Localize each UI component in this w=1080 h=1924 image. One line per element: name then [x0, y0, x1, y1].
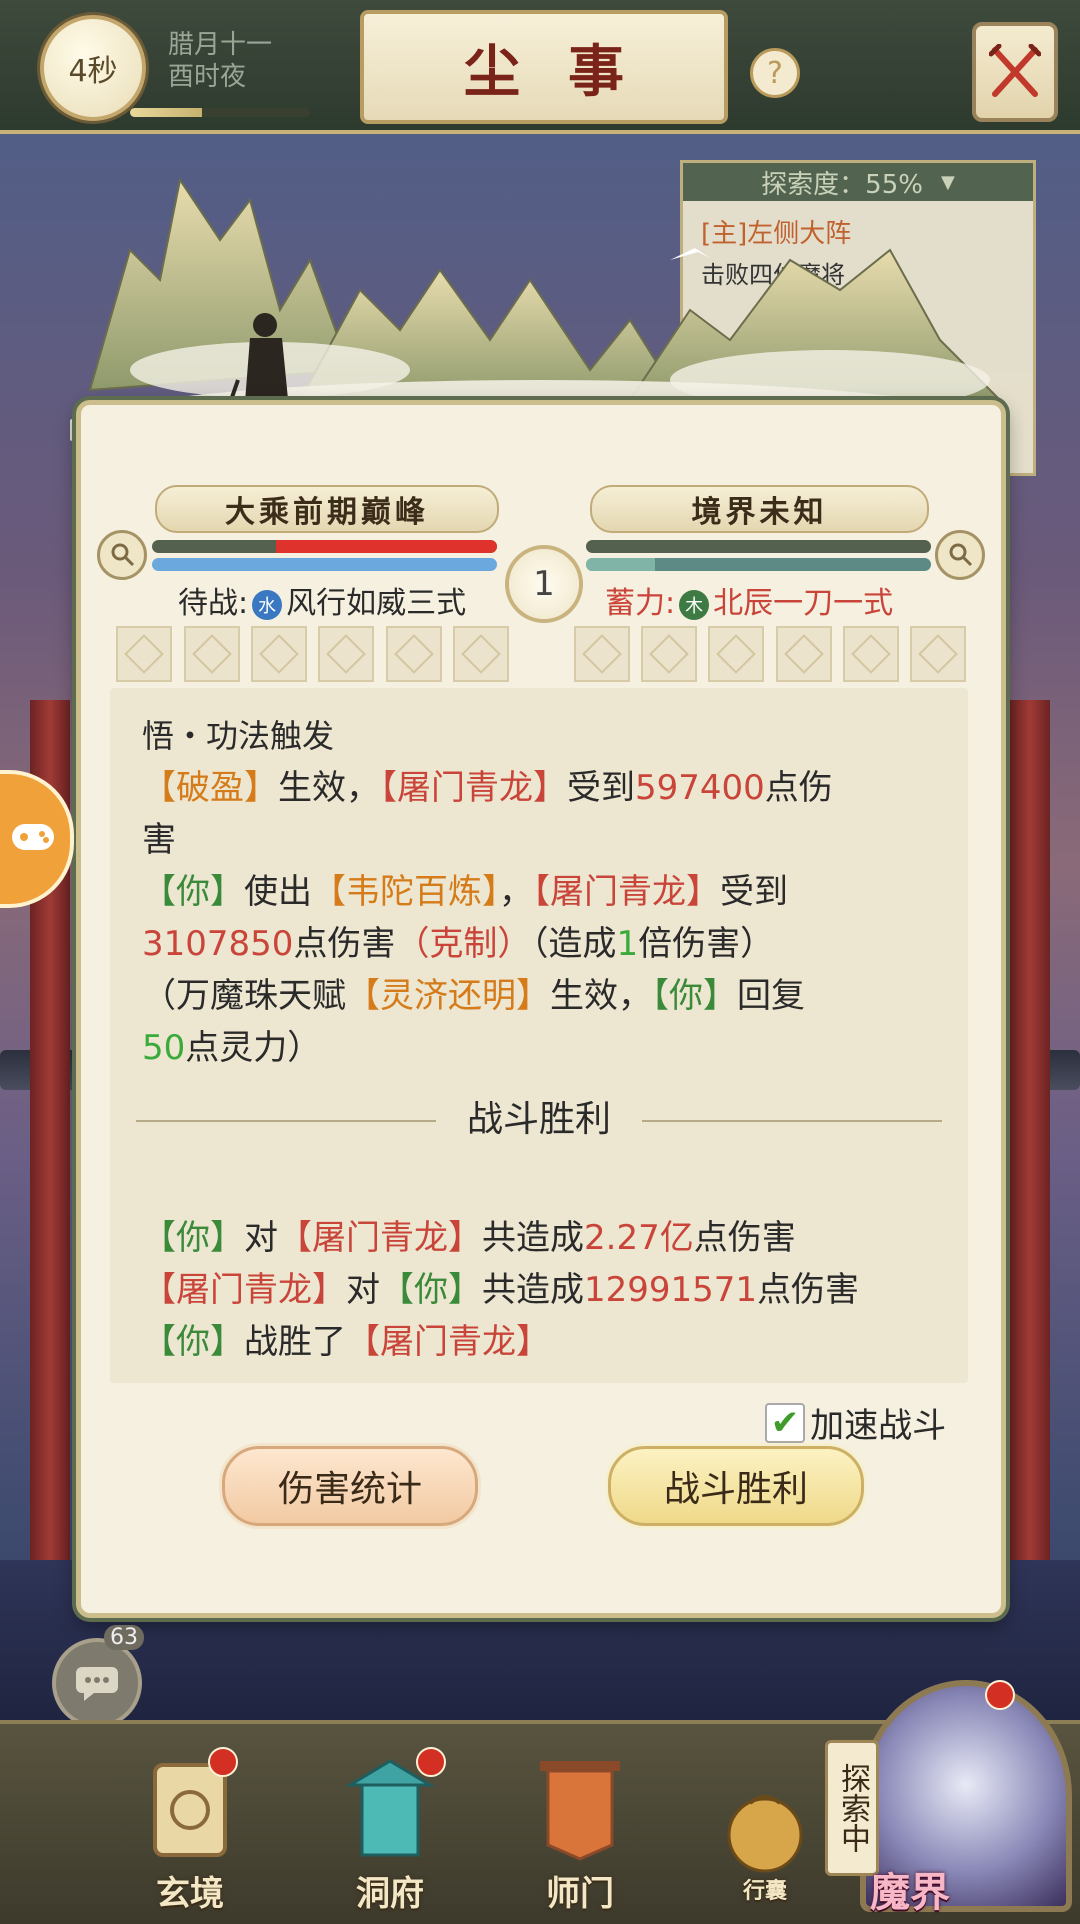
page-title: 尘事: [464, 38, 672, 105]
chat-icon: [76, 1667, 118, 1701]
divider-line: [642, 1120, 942, 1122]
exploring-badge: 探索中: [825, 1740, 879, 1876]
enemy-skill-slot[interactable]: [843, 626, 899, 682]
timer-text: 4秒: [68, 54, 118, 89]
nav-label-dongfu: 洞府: [356, 1874, 424, 1914]
enemy-hp-bar: [586, 540, 931, 553]
player-mp-fill: [152, 558, 497, 571]
enemy-skill[interactable]: 北辰一刀一式: [713, 586, 893, 621]
enemy-mp-bar: [586, 558, 931, 571]
enemy-hp-fill: [586, 540, 931, 553]
exploring-label: 探索中: [835, 1763, 870, 1853]
demon-realm-label[interactable]: 魔界: [870, 1860, 950, 1918]
nav-item-shimen[interactable]: 师门: [510, 1755, 650, 1915]
title-plate: 尘事: [360, 10, 728, 124]
date-line-2: 酉时夜: [168, 62, 247, 92]
enemy-skill-slot[interactable]: [910, 626, 966, 682]
nav-item-xingnang[interactable]: 行囊: [700, 1755, 830, 1915]
damage-stats-button[interactable]: 伤害统计: [222, 1446, 478, 1526]
log-line-5: 3107850点伤害（克制）（造成1倍伤害）: [142, 924, 775, 964]
round-counter: 1: [505, 545, 583, 623]
water-element-icon: 水: [252, 589, 283, 620]
player-status-prefix: 待战:: [178, 586, 249, 621]
date-line-1: 腊月十一: [168, 30, 273, 60]
scroll-icon: [949, 543, 973, 567]
player-realm: 大乘前期巅峰: [225, 495, 429, 530]
player-skill[interactable]: 风行如威三式: [286, 586, 466, 621]
enemy-skill-slot[interactable]: [776, 626, 832, 682]
enemy-realm: 境界未知: [691, 495, 828, 530]
player-skill-slot[interactable]: [386, 626, 442, 682]
log-line-1: 悟・功法触发: [142, 717, 335, 755]
log-line-6: （万魔珠天赋【灵济还明】生效，【你】回复: [142, 976, 805, 1016]
player-status: 待战: 水风行如威三式: [178, 578, 466, 622]
accelerate-toggle[interactable]: ✔ 加速战斗: [765, 1398, 946, 1447]
enemy-avatar[interactable]: [935, 530, 985, 580]
question-mark-icon[interactable]: ?: [750, 48, 800, 98]
nav-label-xingnang: 行囊: [742, 1878, 787, 1904]
player-skill-slot[interactable]: [184, 626, 240, 682]
notification-dot: [985, 1680, 1015, 1710]
summary-line-1: 【你】对【屠门青龙】共造成2.27亿点伤害: [142, 1218, 796, 1258]
nav-item-dongfu[interactable]: 洞府: [320, 1747, 460, 1915]
enemy-skill-slot[interactable]: [574, 626, 630, 682]
enemy-skill-slot[interactable]: [708, 626, 764, 682]
player-skill-slot[interactable]: [453, 626, 509, 682]
banner-icon: [540, 1761, 620, 1861]
notification-dot: [416, 1747, 446, 1777]
pillar-right: [1010, 700, 1050, 1600]
gamepad-icon: [12, 824, 54, 850]
nav-label-shimen: 师门: [546, 1874, 614, 1914]
summary-line-3: 【你】战胜了【屠门青龙】: [142, 1322, 550, 1362]
player-skill-slot[interactable]: [116, 626, 172, 682]
player-avatar[interactable]: [97, 530, 147, 580]
bag-icon: [727, 1795, 803, 1873]
accelerate-label: 加速战斗: [810, 1406, 947, 1446]
log-line-2: 【破盈】生效，【屠门青龙】受到597400点伤: [142, 768, 833, 808]
time-progress-fill: [130, 108, 202, 117]
enemy-status: 蓄力: 木北辰一刀一式: [605, 578, 893, 622]
battle-log[interactable]: 悟・功法触发 【破盈】生效，【屠门青龙】受到597400点伤 害 【你】使出【韦…: [110, 688, 968, 1383]
battle-victory-button[interactable]: 战斗胜利: [608, 1446, 864, 1526]
chat-button[interactable]: [52, 1638, 142, 1728]
player-skill-slot[interactable]: [251, 626, 307, 682]
time-progress-bar: [130, 108, 310, 117]
round-number: 1: [533, 564, 555, 604]
nav-item-xuanjing[interactable]: 玄境: [120, 1747, 260, 1915]
player-mp-bar: [152, 558, 497, 571]
enemy-realm-plate: 境界未知: [590, 485, 929, 533]
checkbox-checked-icon[interactable]: ✔: [765, 1402, 805, 1443]
player-hp-fill: [276, 540, 497, 553]
scroll-icon: [111, 543, 135, 567]
enemy-skill-slot[interactable]: [641, 626, 697, 682]
close-button[interactable]: [972, 22, 1058, 122]
enemy-mp-fill: [586, 558, 655, 571]
timer-badge: 4秒: [40, 15, 146, 121]
chat-unread-count: 63: [104, 1625, 144, 1650]
player-realm-plate: 大乘前期巅峰: [155, 485, 499, 533]
enemy-status-prefix: 蓄力:: [605, 586, 676, 621]
nav-label-xuanjing: 玄境: [156, 1874, 224, 1914]
victory-divider: 战斗胜利: [136, 1098, 942, 1142]
wood-element-icon: 木: [679, 589, 710, 620]
log-line-7: 50点灵力）: [142, 1028, 322, 1068]
notification-dot: [208, 1747, 238, 1777]
log-line-4: 【你】使出【韦陀百炼】，【屠门青龙】受到: [142, 872, 788, 912]
log-line-3: 害: [142, 820, 176, 860]
player-hp-bar: [152, 540, 497, 553]
crossed-swords-icon: [989, 44, 1041, 97]
summary-line-2: 【屠门青龙】对【你】共造成12991571点伤害: [142, 1270, 860, 1310]
player-skill-slot[interactable]: [318, 626, 374, 682]
